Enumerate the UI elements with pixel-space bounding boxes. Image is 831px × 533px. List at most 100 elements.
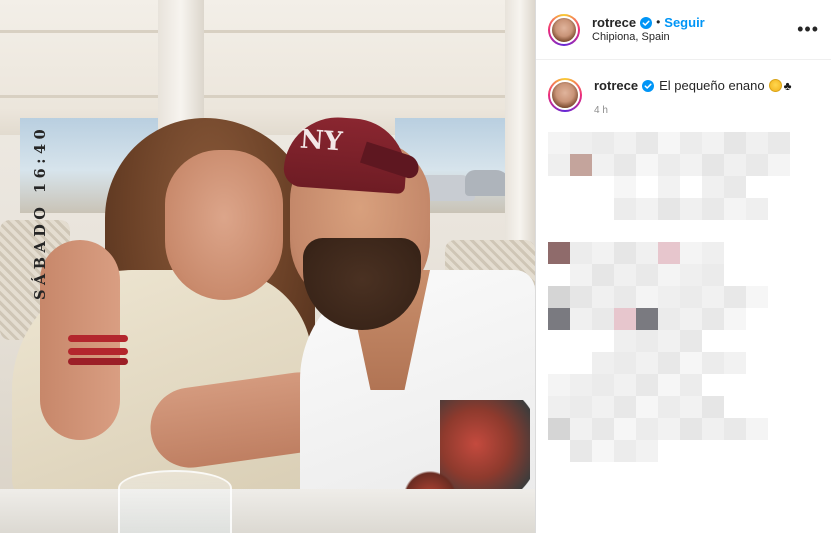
- pixel-block: [570, 286, 592, 308]
- pixel-block: [680, 242, 702, 264]
- pixel-block: [658, 286, 680, 308]
- pixel-block: [658, 198, 680, 220]
- pixel-block: [768, 154, 790, 176]
- pixel-block: [702, 286, 724, 308]
- pixel-block: [614, 132, 636, 154]
- pixel-block: [548, 242, 570, 264]
- pixel-block: [636, 440, 658, 462]
- pixel-block: [702, 396, 724, 418]
- pixel-block: [680, 154, 702, 176]
- pixel-block: [636, 286, 658, 308]
- pixel-block: [658, 418, 680, 440]
- pixel-block: [702, 418, 724, 440]
- post-header: rotrece • Seguir Chipiona, Spain •••: [536, 0, 831, 60]
- pixel-block: [636, 352, 658, 374]
- pixel-block: [614, 330, 636, 352]
- pixel-block: [592, 132, 614, 154]
- pixel-block: [592, 286, 614, 308]
- pixel-block: [680, 286, 702, 308]
- caption-body: rotrece El pequeño enano ♣ 4 h: [594, 78, 792, 116]
- pixel-block: [724, 308, 746, 330]
- pixel-block: [658, 352, 680, 374]
- pixel-block: [746, 132, 768, 154]
- separator-dot: •: [656, 15, 661, 30]
- pixel-block: [768, 132, 790, 154]
- pixel-block: [724, 418, 746, 440]
- pixel-block: [658, 264, 680, 286]
- pixel-block: [592, 396, 614, 418]
- pixel-block: [680, 352, 702, 374]
- smiling-face-emoji-icon: [768, 79, 782, 92]
- pixel-block: [680, 330, 702, 352]
- avatar[interactable]: [548, 13, 580, 46]
- pixel-block: [636, 308, 658, 330]
- bracelet: [68, 358, 128, 365]
- pixel-block: [636, 418, 658, 440]
- pixel-block: [680, 308, 702, 330]
- pixel-block: [680, 418, 702, 440]
- pixel-block: [658, 308, 680, 330]
- pixel-block: [614, 264, 636, 286]
- caption-username[interactable]: rotrece: [594, 78, 638, 93]
- header-text: rotrece • Seguir Chipiona, Spain: [592, 15, 705, 45]
- pixel-block: [746, 418, 768, 440]
- pixel-block: [548, 154, 570, 176]
- pixel-block: [614, 176, 636, 198]
- pixel-block: [702, 264, 724, 286]
- post-timestamp[interactable]: 4 h: [594, 105, 792, 116]
- pixel-block: [548, 286, 570, 308]
- pixel-block: [548, 374, 570, 396]
- pixel-block: [680, 198, 702, 220]
- pixel-block: [724, 154, 746, 176]
- pixel-block: [636, 242, 658, 264]
- pixel-block: [592, 264, 614, 286]
- photo-overlay-text: SÁBADO 16:40: [32, 124, 49, 300]
- pixel-block: [658, 330, 680, 352]
- post-photo[interactable]: NY SÁBADO 16:40: [0, 0, 535, 533]
- pixel-block: [614, 374, 636, 396]
- pixel-block: [724, 132, 746, 154]
- bracelet: [68, 335, 128, 342]
- pixel-block: [724, 352, 746, 374]
- pixel-block: [570, 418, 592, 440]
- caption-avatar[interactable]: [548, 78, 582, 112]
- pixel-block: [680, 264, 702, 286]
- pixel-block: [614, 286, 636, 308]
- pixel-block: [636, 396, 658, 418]
- pixel-block: [658, 132, 680, 154]
- pixel-block: [592, 374, 614, 396]
- restaurant-awning: [0, 0, 535, 135]
- pixel-block: [592, 352, 614, 374]
- caption: rotrece El pequeño enano ♣ 4 h: [536, 60, 831, 116]
- pixel-block: [746, 198, 768, 220]
- pixel-block: [592, 154, 614, 176]
- pixel-block: [592, 418, 614, 440]
- pixel-block: [702, 154, 724, 176]
- pixel-block: [570, 396, 592, 418]
- pixel-block: [702, 308, 724, 330]
- pixel-block: [702, 352, 724, 374]
- username-link[interactable]: rotrece: [592, 15, 636, 31]
- pixel-block: [570, 264, 592, 286]
- pixel-block: [592, 242, 614, 264]
- pixel-block: [614, 242, 636, 264]
- bracelet: [68, 348, 128, 355]
- location-link[interactable]: Chipiona, Spain: [592, 31, 705, 45]
- pixel-block: [658, 374, 680, 396]
- pixel-block: [724, 198, 746, 220]
- pixel-block: [746, 286, 768, 308]
- pixel-block: [636, 132, 658, 154]
- pixel-block: [658, 154, 680, 176]
- pixel-block: [548, 132, 570, 154]
- pixel-block: [724, 286, 746, 308]
- avatar-image: [550, 15, 578, 44]
- verified-badge-icon: [640, 16, 653, 29]
- post-side-panel: rotrece • Seguir Chipiona, Spain ••• rot…: [535, 0, 831, 533]
- more-options-icon[interactable]: •••: [797, 20, 819, 38]
- pixel-block: [614, 198, 636, 220]
- woman-face: [165, 150, 283, 300]
- follow-button[interactable]: Seguir: [664, 15, 704, 31]
- pixel-block: [702, 198, 724, 220]
- pixel-block: [570, 242, 592, 264]
- pixel-block: [636, 374, 658, 396]
